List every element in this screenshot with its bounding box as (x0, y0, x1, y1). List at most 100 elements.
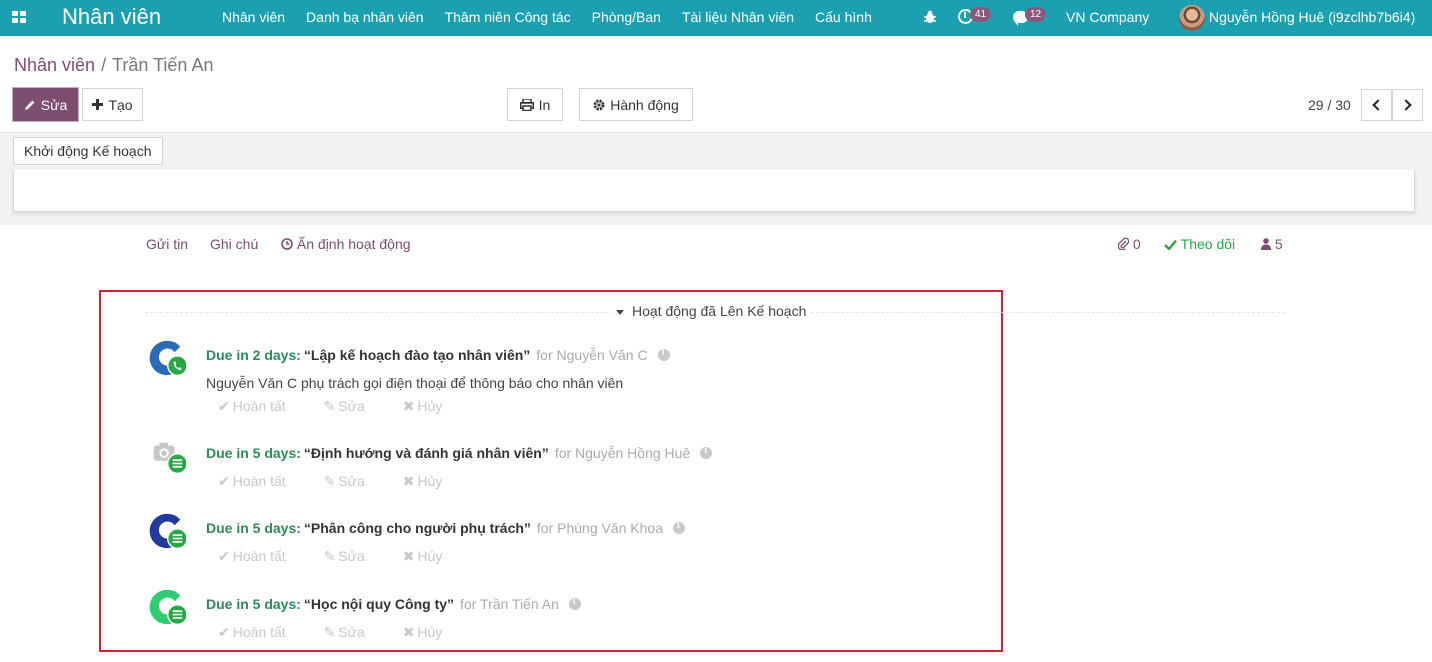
form-sheet (13, 170, 1415, 212)
user-avatar[interactable] (1179, 5, 1205, 31)
activity-title: “Phân công cho người phụ trách” (303, 520, 531, 536)
follow-label: Theo dõi (1180, 236, 1236, 252)
follow-button[interactable]: Theo dõi (1164, 236, 1235, 252)
list-icon (172, 534, 183, 543)
edit-button-label: Sửa (40, 96, 68, 113)
pencil-icon: ✎ (323, 548, 336, 564)
pager-next-button[interactable] (1392, 89, 1423, 121)
activity-assignee: for Trần Tiến An (460, 596, 559, 612)
create-button-label: Tạo (108, 96, 133, 113)
pager-previous-button[interactable] (1361, 89, 1392, 121)
schedule-activity-label: Ấn định hoạt động (296, 236, 411, 252)
edit-button[interactable]: Sửa (13, 88, 78, 121)
clock-icon (281, 238, 293, 250)
info-icon[interactable] (568, 596, 581, 610)
send-message-button[interactable]: Gửi tin (146, 236, 188, 252)
activity-summary: Due in 5 days: “Định hướng và đánh giá nh… (206, 445, 713, 461)
activity-due: Due in 5 days: (206, 596, 301, 612)
activity-title: “Định hướng và đánh giá nhân viên” (303, 445, 549, 461)
edit-activity-button[interactable]: ✎ Sửa (324, 398, 382, 414)
bug-icon[interactable] (924, 10, 936, 24)
cancel-activity-button[interactable]: ✖ Hủy (403, 473, 460, 489)
breadcrumb: Nhân viên / Trần Tiến An (14, 55, 213, 76)
print-icon (519, 98, 534, 111)
edit-activity-button[interactable]: ✎ Sửa (324, 548, 382, 564)
pencil-icon: ✎ (323, 398, 336, 414)
activity-assignee: for Phùng Văn Khoa (536, 520, 664, 536)
activity-count-badge: 41 (970, 7, 992, 22)
activity-assignee: for Nguyễn Hồng Huê (554, 445, 691, 461)
activity-summary: Due in 5 days: “Học nội quy Công ty” for T… (206, 596, 581, 612)
chatter-topbar: Gửi tin Ghi chú Ấn định hoạt động 0 Theo… (0, 236, 1432, 256)
user-icon (1261, 238, 1271, 250)
top-navbar: Nhân viên Nhân viên Danh bạ nhân viên Th… (0, 0, 1432, 36)
chevron-right-icon (1400, 99, 1412, 111)
followers-button[interactable]: 5 (1261, 236, 1283, 252)
activity-due: Due in 5 days: (206, 520, 301, 536)
check-icon: ✔ (218, 548, 230, 564)
info-icon[interactable] (700, 445, 713, 459)
attachments-count: 0 (1132, 236, 1141, 252)
launch-plan-button[interactable]: Khởi động Kế hoạch (13, 137, 163, 165)
action-button[interactable]: Hành động (579, 88, 693, 121)
cancel-activity-button[interactable]: ✖ Hủy (403, 398, 460, 414)
list-icon (172, 610, 183, 619)
app-brand[interactable]: Nhân viên (62, 4, 161, 30)
mark-done-button[interactable]: ✔ Hoàn tất (218, 624, 303, 640)
menu-item-departments[interactable]: Phòng/Ban (592, 9, 661, 25)
check-icon: ✔ (218, 398, 230, 414)
breadcrumb-current: Trần Tiến An (112, 55, 214, 75)
followers-count: 5 (1274, 236, 1283, 252)
menu-item-seniority[interactable]: Thâm niên Công tác (445, 9, 571, 25)
pencil-icon: ✎ (323, 473, 336, 489)
main-menu: Nhân viên Danh bạ nhân viên Thâm niên Cô… (222, 9, 893, 25)
assignee-avatar[interactable] (148, 437, 186, 475)
planned-activities-toggle[interactable]: Hoạt động đã Lên Kế hoạch (612, 303, 811, 319)
company-switcher[interactable]: VN Company (1066, 9, 1149, 25)
activity-actions: ✔ Hoàn tất ✎ Sửa ✖ Hủy (218, 624, 476, 641)
edit-activity-button[interactable]: ✎ Sửa (324, 473, 382, 489)
close-icon: ✖ (402, 624, 415, 640)
pager-value[interactable]: 29 / 30 (1308, 97, 1351, 113)
print-button[interactable]: In (507, 88, 563, 121)
assignee-avatar[interactable] (148, 588, 186, 626)
mark-done-button[interactable]: ✔ Hoàn tất (218, 548, 303, 564)
log-note-button[interactable]: Ghi chú (210, 236, 258, 252)
print-button-label: In (538, 96, 551, 113)
cancel-activity-button[interactable]: ✖ Hủy (403, 548, 460, 564)
planned-activities-title: Hoạt động đã Lên Kế hoạch (632, 303, 807, 319)
apps-menu-icon[interactable] (12, 11, 27, 24)
activity-actions: ✔ Hoàn tất ✎ Sửa ✖ Hủy (218, 548, 476, 565)
check-icon: ✔ (218, 473, 230, 489)
breadcrumb-parent[interactable]: Nhân viên (14, 55, 95, 75)
check-icon (1164, 239, 1177, 251)
menu-item-configuration[interactable]: Cấu hình (815, 9, 872, 25)
chevron-left-icon (1372, 99, 1384, 111)
activity-summary: Due in 2 days: “Lập kế hoạch đào tạo nhân… (206, 347, 670, 363)
activity-actions: ✔ Hoàn tất ✎ Sửa ✖ Hủy (218, 398, 476, 415)
assignee-avatar[interactable] (148, 512, 186, 550)
info-icon[interactable] (657, 347, 670, 361)
attachments-button[interactable]: 0 (1117, 236, 1141, 252)
pencil-icon: ✎ (323, 624, 336, 640)
mark-done-button[interactable]: ✔ Hoàn tất (218, 473, 303, 489)
activity-title: “Học nội quy Công ty” (303, 596, 455, 612)
activity-assignee: for Nguyễn Văn C (536, 347, 648, 363)
mark-done-button[interactable]: ✔ Hoàn tất (218, 398, 303, 414)
close-icon: ✖ (402, 398, 415, 414)
menu-item-documents[interactable]: Tài liệu Nhân viên (682, 9, 794, 25)
assignee-avatar[interactable] (148, 339, 186, 377)
create-button[interactable]: Tạo (82, 88, 143, 121)
menu-item-directory[interactable]: Danh bạ nhân viên (306, 9, 424, 25)
info-icon[interactable] (673, 520, 686, 534)
schedule-activity-button[interactable]: Ấn định hoạt động (281, 236, 411, 252)
activity-title: “Lập kế hoạch đào tạo nhân viên” (303, 347, 531, 363)
edit-activity-button[interactable]: ✎ Sửa (324, 624, 382, 640)
menu-item-employees[interactable]: Nhân viên (222, 9, 285, 25)
user-menu[interactable]: Nguyễn Hồng Huê (i9zclhb7b6i4) (1209, 9, 1415, 25)
check-icon: ✔ (218, 624, 230, 640)
plus-icon (92, 99, 104, 110)
activity-note: Nguyễn Văn C phụ trách gọi điện thoại để… (206, 375, 624, 391)
activity-actions: ✔ Hoàn tất ✎ Sửa ✖ Hủy (218, 473, 476, 490)
cancel-activity-button[interactable]: ✖ Hủy (403, 624, 460, 640)
